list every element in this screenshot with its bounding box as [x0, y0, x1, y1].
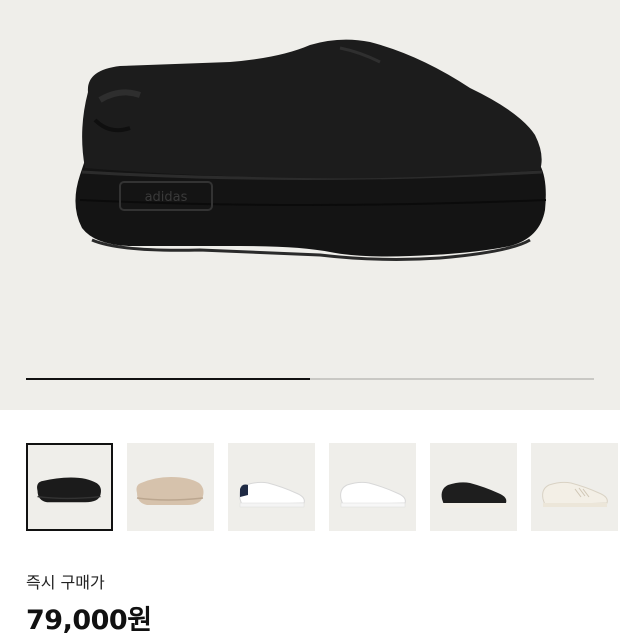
- white-sneaker-navy-heel-icon: [239, 481, 305, 508]
- black-sneaker-icon: [441, 482, 507, 508]
- thumbnail-white-sneaker[interactable]: [329, 443, 416, 531]
- white-sneaker-icon: [340, 481, 406, 508]
- black-mule-icon: [37, 477, 101, 503]
- product-image: adidas: [75, 39, 547, 261]
- thumbnail-black-sneaker[interactable]: [430, 443, 517, 531]
- cream-sneaker-icon: [542, 481, 608, 507]
- instant-buy-price-label: 즉시 구매가: [26, 573, 105, 592]
- thumbnail-beige-mule[interactable]: [127, 443, 214, 531]
- carousel-progress-track[interactable]: [26, 378, 594, 380]
- thumbnail-strip[interactable]: [26, 443, 620, 533]
- thumbnail-black-mule[interactable]: [26, 443, 113, 531]
- thumbnail-cream-sneaker[interactable]: [531, 443, 618, 531]
- thumbnail-white-sneaker-navy-heel[interactable]: [228, 443, 315, 531]
- logo-text: adidas: [145, 190, 188, 205]
- carousel-progress-fill: [26, 378, 310, 380]
- product-image-area[interactable]: adidas: [0, 0, 620, 410]
- price-value: 79,000원: [26, 605, 152, 636]
- beige-mule-icon: [136, 477, 204, 505]
